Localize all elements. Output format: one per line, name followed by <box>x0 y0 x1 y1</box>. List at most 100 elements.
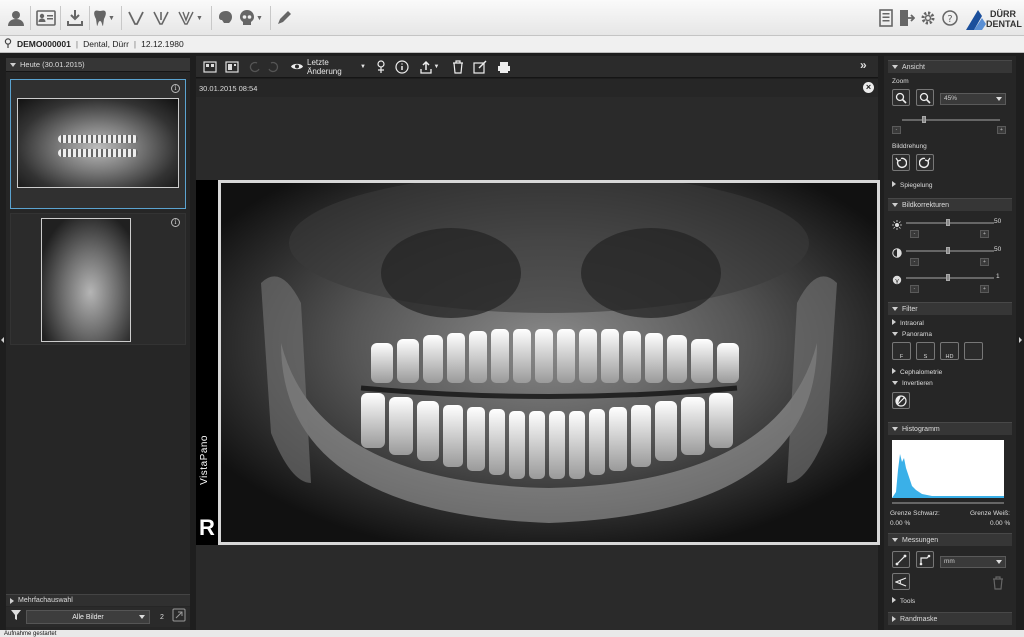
redo-icon[interactable] <box>266 59 280 75</box>
zoom-in-icon[interactable] <box>892 89 910 106</box>
filter-custom-button[interactable] <box>964 342 983 360</box>
image-info-icon[interactable] <box>394 59 410 75</box>
delete-icon[interactable] <box>450 59 466 75</box>
zoom-value: 45% <box>944 95 958 102</box>
patient-name: Dental, Dürr <box>83 39 129 49</box>
filter-section-header[interactable]: Filter <box>888 302 1012 315</box>
brightness-slider-knob[interactable] <box>946 219 950 226</box>
rotate-left-icon[interactable] <box>892 154 910 171</box>
histogram-range[interactable] <box>892 502 1004 504</box>
zoom-fit-icon[interactable] <box>916 89 934 106</box>
brightness-minus-button[interactable]: - <box>910 230 919 238</box>
thumbnail-pano[interactable]: i <box>10 79 186 209</box>
panoramic-xray-image[interactable] <box>218 180 880 545</box>
gamma-slider[interactable] <box>906 277 994 279</box>
zoom-slider-knob[interactable] <box>922 116 926 123</box>
undo-icon[interactable] <box>248 59 262 75</box>
white-limit-label: Grenze Weiß: <box>970 510 1010 517</box>
compare-icon[interactable] <box>202 59 218 75</box>
margin-mask-section-header[interactable]: Randmaske <box>888 612 1012 625</box>
tools-toggle[interactable]: Tools <box>892 597 915 605</box>
layout-icon[interactable] <box>224 59 240 75</box>
export-icon[interactable] <box>172 608 186 627</box>
view-section-label: Ansicht <box>902 63 925 71</box>
help-icon[interactable]: ? <box>940 6 960 30</box>
zoom-slider[interactable] <box>902 119 1000 121</box>
pen-icon[interactable] <box>273 6 295 30</box>
invert-icon[interactable] <box>892 392 910 409</box>
zoom-select[interactable]: 45% <box>940 93 1006 105</box>
measure-angle-icon[interactable] <box>892 573 910 590</box>
brightness-slider[interactable] <box>906 222 994 224</box>
share-icon[interactable]: ▼ <box>416 59 442 75</box>
contrast-minus-button[interactable]: - <box>910 258 919 266</box>
left-edge-arrow-icon[interactable] <box>1 337 4 343</box>
close-image-button[interactable]: × <box>863 82 874 93</box>
annotate-icon[interactable] <box>374 59 388 75</box>
gamma-slider-knob[interactable] <box>946 274 950 281</box>
gamma-minus-button[interactable]: - <box>910 285 919 293</box>
arch-variant-icon[interactable]: ▼ <box>174 6 206 30</box>
cephalometry-toggle[interactable]: Cephalometrie <box>892 368 942 376</box>
image-group-header[interactable]: Heute (30.01.2015) <box>6 58 190 72</box>
pano-arch-icon[interactable] <box>125 6 147 30</box>
histogram-section-header[interactable]: Histogramm <box>888 422 1012 435</box>
corrections-section-header[interactable]: Bildkorrekturen <box>888 198 1012 211</box>
view-section-header[interactable]: Ansicht <box>888 60 1012 73</box>
measure-polyline-icon[interactable] <box>916 551 934 568</box>
thumbnail-ceph[interactable]: i <box>10 213 186 345</box>
image-filter-select[interactable]: Alle Bilder <box>26 610 150 624</box>
print-icon[interactable] <box>496 59 512 75</box>
mirror-toggle[interactable]: Spiegelung <box>892 181 933 189</box>
intraoral-toggle[interactable]: Intraoral <box>892 319 924 327</box>
measurements-section-header[interactable]: Messungen <box>888 533 1012 546</box>
measure-line-icon[interactable] <box>892 551 910 568</box>
image-count: 2 <box>160 613 164 621</box>
contrast-slider-knob[interactable] <box>946 247 950 254</box>
filter-s-button[interactable]: S <box>916 342 935 360</box>
rotate-right-icon[interactable] <box>916 154 934 171</box>
filter-icon <box>10 608 22 626</box>
status-bar: Aufnahme gestartet <box>0 630 1024 637</box>
report-icon[interactable] <box>876 6 896 30</box>
patient-card-icon[interactable] <box>34 6 58 30</box>
edit-icon[interactable] <box>472 59 488 75</box>
measure-delete-icon[interactable] <box>992 576 1004 595</box>
histogram-chart[interactable] <box>892 440 1004 498</box>
gamma-value: 1 <box>996 273 1000 280</box>
measure-unit-select[interactable]: mm <box>940 556 1006 568</box>
invert-toggle[interactable]: Invertieren <box>892 380 933 387</box>
filter-hd-button[interactable]: HD <box>940 342 959 360</box>
ceph-thumbnail-image <box>41 218 131 342</box>
skull-side-icon[interactable] <box>214 6 236 30</box>
contrast-plus-button[interactable]: + <box>980 258 989 266</box>
half-arch-icon[interactable] <box>150 6 172 30</box>
image-filter-bar: Alle Bilder 2 <box>6 607 190 627</box>
last-change-button[interactable]: Letzte Änderung ▼ <box>290 58 366 76</box>
zoom-plus-button[interactable]: + <box>997 126 1006 134</box>
measurements-section-label: Messungen <box>902 536 939 544</box>
skull-front-icon[interactable]: ▼ <box>236 6 266 30</box>
svg-text:γ: γ <box>895 277 899 285</box>
settings-icon[interactable] <box>918 6 938 30</box>
app-window: ▼ ▼ ▼ ? DÜRR DENTAL DEMO000001 | Dental,… <box>0 0 1024 637</box>
filter-f-button[interactable]: F <box>892 342 911 360</box>
gamma-plus-button[interactable]: + <box>980 285 989 293</box>
invert-label: Invertieren <box>902 380 933 387</box>
patient-icon[interactable] <box>4 6 28 30</box>
corrections-section-label: Bildkorrekturen <box>902 201 950 209</box>
brightness-plus-button[interactable]: + <box>980 230 989 238</box>
info-icon[interactable]: i <box>171 218 180 227</box>
zoom-minus-button[interactable]: - <box>892 126 901 134</box>
tooth-icon[interactable]: ▼ <box>92 6 116 30</box>
image-viewer[interactable]: VistaPano R <box>196 97 880 630</box>
import-icon[interactable] <box>63 6 87 30</box>
xray-frame: VistaPano R <box>196 180 880 545</box>
contrast-slider[interactable] <box>906 250 994 252</box>
multi-select-toggle[interactable]: Mehrfachauswahl <box>6 594 190 606</box>
collapse-panel-button[interactable]: » <box>860 58 867 72</box>
panorama-toggle[interactable]: Panorama <box>892 331 932 338</box>
right-edge-arrow-icon[interactable] <box>1019 337 1022 343</box>
exit-icon[interactable] <box>897 6 917 30</box>
info-icon[interactable]: i <box>171 84 180 93</box>
